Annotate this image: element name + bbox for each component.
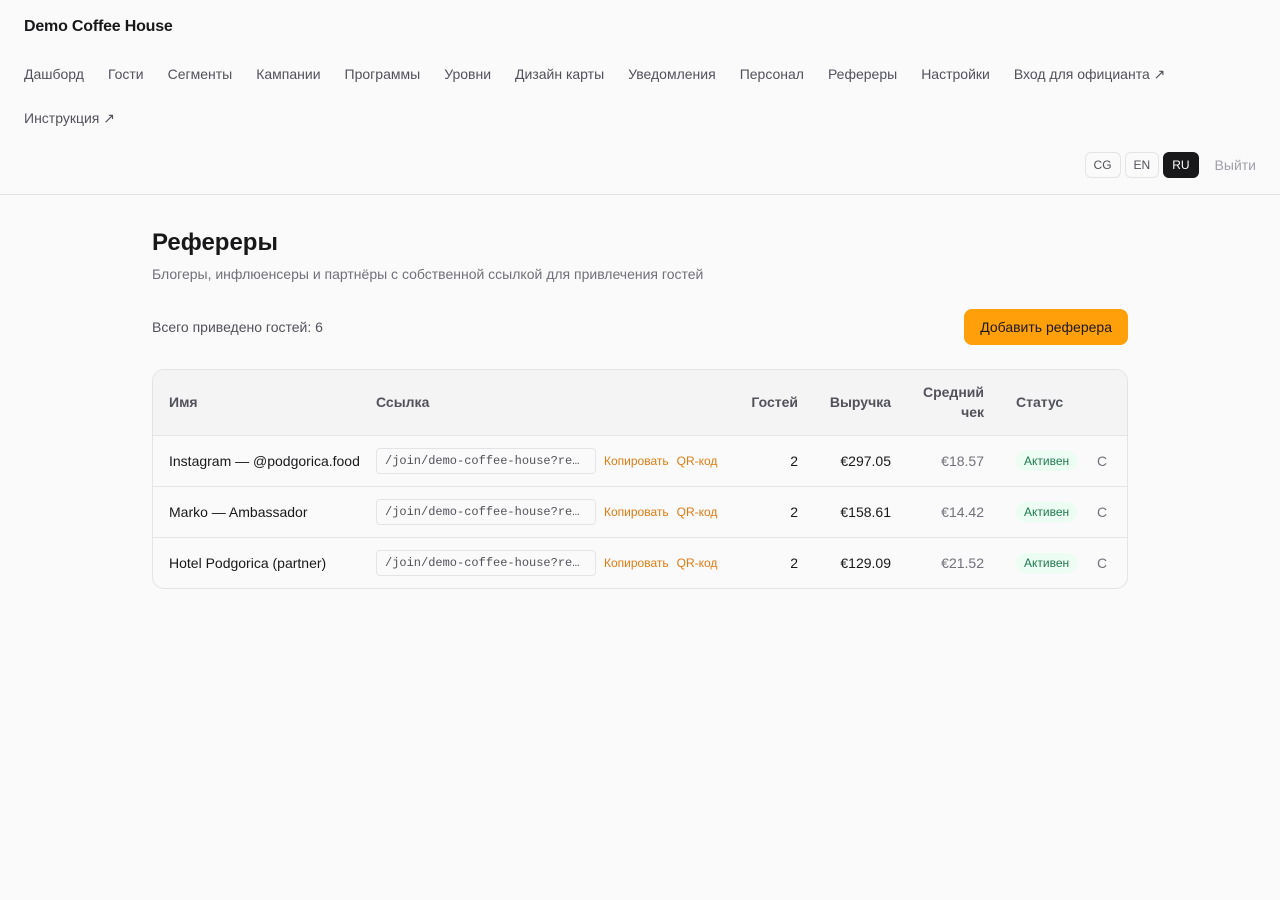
avg-check-value: €18.57 (941, 452, 984, 469)
table-row: Hotel Podgorica (partner) /join/demo-cof… (153, 537, 1127, 588)
referrers-table-card: Имя Ссылка Гостей Выручка Средний чек Ст… (152, 369, 1128, 589)
brand-name[interactable]: Demo Coffee House (24, 18, 173, 36)
row-action-cut[interactable]: С (1079, 537, 1127, 588)
header-avg-check-line1: Средний (922, 384, 984, 401)
header-revenue: Выручка (829, 394, 891, 411)
referrer-name: Marko — Ambassador (169, 503, 308, 520)
nav-item-instructions[interactable]: Инструкция ↗ (24, 108, 115, 128)
referrer-link-cell: /join/demo-coffee-house?re… Копировать Q… (376, 486, 744, 537)
revenue-value: €129.09 (840, 554, 891, 571)
referral-link-field[interactable]: /join/demo-coffee-house?re… (376, 549, 596, 576)
nav-item-waiter-login[interactable]: Вход для официанта ↗ (1014, 64, 1166, 84)
page-title: Рефереры (152, 229, 278, 256)
nav-item-guests[interactable]: Гости (108, 64, 144, 84)
referrers-table: Имя Ссылка Гостей Выручка Средний чек Ст… (153, 370, 1127, 588)
table-header-row: Имя Ссылка Гостей Выручка Средний чек Ст… (153, 370, 1127, 435)
table-row: Instagram — @podgorica.food /join/demo-c… (153, 435, 1127, 486)
nav-item-dashboard[interactable]: Дашборд (24, 64, 84, 84)
lang-button-en[interactable]: EN (1124, 152, 1160, 178)
referral-link-text: /join/demo-coffee-house?re… (385, 453, 580, 468)
guests-count: 2 (790, 452, 798, 469)
status-badge: Активен (1016, 450, 1078, 471)
lang-button-ru[interactable]: RU (1163, 152, 1199, 178)
nav-item-campaigns[interactable]: Кампании (256, 64, 320, 84)
row-action-cut[interactable]: С (1079, 435, 1127, 486)
language-switcher: CG EN RU Выйти (1084, 152, 1256, 178)
nav-item-staff[interactable]: Персонал (740, 64, 804, 84)
referral-link-field[interactable]: /join/demo-coffee-house?re… (376, 498, 596, 525)
add-referrer-button[interactable]: Добавить реферера (964, 309, 1128, 345)
main-content: Рефереры Блогеры, инфлюенсеры и партнёры… (152, 229, 1128, 589)
main-nav: Дашборд Гости Сегменты Кампании Программ… (24, 64, 1224, 128)
status-cell: Активен (984, 537, 1079, 588)
nav-item-card-design[interactable]: Дизайн карты (515, 64, 604, 84)
copy-link-button[interactable]: Копировать (604, 556, 669, 570)
status-cell: Активен (984, 435, 1079, 486)
guests-count: 2 (790, 554, 798, 571)
revenue-value: €297.05 (840, 452, 891, 469)
header-guests: Гостей (751, 394, 798, 411)
nav-item-referrers[interactable]: Рефереры (828, 64, 897, 84)
avg-check-value: €14.42 (941, 503, 984, 520)
header-avg-check: Средний чек (891, 370, 984, 435)
page-subtitle: Блогеры, инфлюенсеры и партнёры с собств… (152, 266, 704, 282)
status-badge: Активен (1016, 552, 1078, 573)
nav-item-notifications[interactable]: Уведомления (628, 64, 716, 84)
header-status: Статус (1016, 394, 1064, 411)
qr-code-button[interactable]: QR-код (677, 454, 718, 468)
referrer-name: Hotel Podgorica (partner) (169, 554, 327, 571)
lang-button-cg[interactable]: CG (1084, 152, 1121, 178)
copy-link-button[interactable]: Копировать (604, 505, 669, 519)
referrer-link-cell: /join/demo-coffee-house?re… Копировать Q… (376, 537, 744, 588)
nav-item-tiers[interactable]: Уровни (444, 64, 491, 84)
guests-count: 2 (790, 503, 798, 520)
referrer-link-cell: /join/demo-coffee-house?re… Копировать Q… (376, 435, 744, 486)
referral-link-text: /join/demo-coffee-house?re… (385, 504, 580, 519)
header-avg-check-line2: чек (961, 404, 984, 421)
status-cell: Активен (984, 486, 1079, 537)
nav-item-settings[interactable]: Настройки (921, 64, 990, 84)
header-extra (1079, 370, 1127, 435)
referral-link-field[interactable]: /join/demo-coffee-house?re… (376, 447, 596, 474)
table-row: Marko — Ambassador /join/demo-coffee-hou… (153, 486, 1127, 537)
row-action-cut[interactable]: С (1079, 486, 1127, 537)
avg-check-value: €21.52 (941, 554, 984, 571)
top-bar: Demo Coffee House Дашборд Гости Сегменты… (0, 0, 1280, 195)
qr-code-button[interactable]: QR-код (677, 556, 718, 570)
revenue-value: €158.61 (840, 503, 891, 520)
header-link: Ссылка (376, 394, 430, 411)
summary-row: Всего приведено гостей: 6 Добавить рефер… (152, 309, 1128, 345)
copy-link-button[interactable]: Копировать (604, 454, 669, 468)
status-badge: Активен (1016, 501, 1078, 522)
qr-code-button[interactable]: QR-код (677, 505, 718, 519)
referral-link-text: /join/demo-coffee-house?re… (385, 555, 580, 570)
nav-item-programs[interactable]: Программы (345, 64, 421, 84)
header-name: Имя (169, 394, 198, 411)
logout-button[interactable]: Выйти (1215, 157, 1256, 173)
total-guests-summary: Всего приведено гостей: 6 (152, 319, 323, 335)
referrer-name: Instagram — @podgorica.food (169, 452, 360, 469)
nav-item-segments[interactable]: Сегменты (168, 64, 233, 84)
